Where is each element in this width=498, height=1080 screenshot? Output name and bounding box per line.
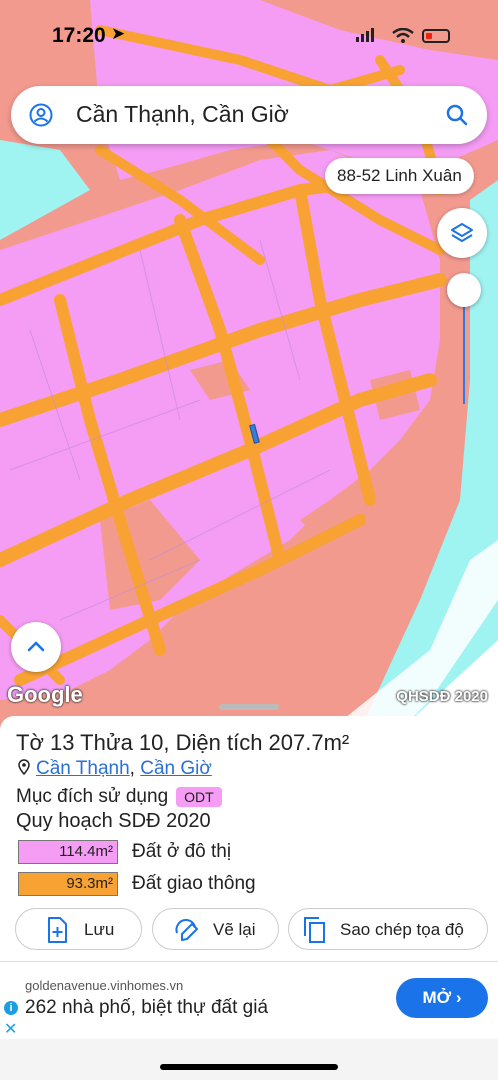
copy-icon: [304, 917, 325, 943]
ad-banner[interactable]: i ✕ goldenavenue.vinhomes.vn 262 nhà phố…: [0, 961, 498, 1040]
ad-open-label: MỞ: [422, 988, 452, 1007]
address-separator: ,: [129, 758, 135, 779]
area-value-badge: 93.3m²: [18, 872, 118, 896]
area-label: Đất ở đô thị: [132, 841, 232, 862]
area-label: Đất giao thông: [132, 873, 256, 894]
parcel-info-sheet: Tờ 13 Thửa 10, Diện tích 207.7m² Cần Thạ…: [0, 716, 498, 961]
commune-link[interactable]: Cần Thạnh: [36, 758, 130, 779]
area-value-badge: 114.4m²: [18, 840, 118, 864]
opacity-slider-knob[interactable]: [447, 273, 481, 307]
chevron-right-icon: ›: [455, 988, 462, 1007]
opacity-slider-track[interactable]: [463, 290, 465, 404]
ad-close-icon[interactable]: ✕: [4, 1019, 17, 1039]
redraw-label: Vẽ lại: [213, 920, 256, 939]
layers-button[interactable]: [437, 208, 487, 258]
plan-title: Quy hoạch SDĐ 2020: [16, 810, 211, 832]
add-file-icon: [48, 917, 67, 943]
ad-domain: goldenavenue.vinhomes.vn: [25, 978, 184, 993]
search-bar[interactable]: Cần Thạnh, Cần Giờ: [11, 86, 487, 144]
ad-text[interactable]: 262 nhà phố, biệt thự đất giá: [25, 997, 268, 1019]
layers-icon: [451, 223, 473, 242]
home-indicator[interactable]: [160, 1064, 338, 1070]
district-link[interactable]: Cần Giờ: [140, 758, 212, 779]
purpose-label: Mục đích sử dụng: [16, 786, 169, 807]
search-icon[interactable]: [445, 103, 469, 127]
ad-open-button[interactable]: MỞ ›: [396, 978, 488, 1018]
expand-up-button[interactable]: [11, 622, 61, 672]
pin-icon: [18, 759, 30, 776]
redraw-button[interactable]: Vẽ lại: [152, 908, 279, 950]
google-logo: Google: [7, 682, 83, 707]
wifi-icon: [392, 28, 414, 43]
land-use-purpose: Mục đích sử dụng ODT: [16, 786, 222, 808]
battery-icon: [422, 29, 450, 43]
location-chip[interactable]: 88-52 Linh Xuân: [325, 158, 474, 194]
copy-label: Sao chép tọa độ: [340, 920, 464, 939]
copy-coordinates-button[interactable]: Sao chép tọa độ: [288, 908, 488, 950]
layer-label: QHSDĐ 2020: [396, 688, 488, 705]
ad-info-icon[interactable]: i: [4, 1001, 18, 1015]
parcel-headline: Tờ 13 Thửa 10, Diện tích 207.7m²: [16, 730, 350, 755]
status-bar: 17:20 ➤: [0, 0, 498, 62]
account-icon[interactable]: [29, 103, 53, 127]
status-time: 17:20: [52, 24, 106, 47]
save-label: Lưu: [84, 920, 115, 939]
draw-icon: [175, 918, 198, 941]
signal-icon: [356, 28, 374, 42]
purpose-code-badge: ODT: [176, 786, 222, 807]
save-button[interactable]: Lưu: [15, 908, 142, 950]
chevron-up-icon: [27, 641, 45, 652]
search-title[interactable]: Cần Thạnh, Cần Giờ: [76, 101, 289, 128]
bottom-area: [0, 1039, 498, 1080]
sheet-drag-handle[interactable]: [219, 704, 279, 710]
parcel-address: Cần Thạnh, Cần Giờ: [18, 758, 212, 780]
location-arrow-icon: ➤: [111, 24, 126, 43]
